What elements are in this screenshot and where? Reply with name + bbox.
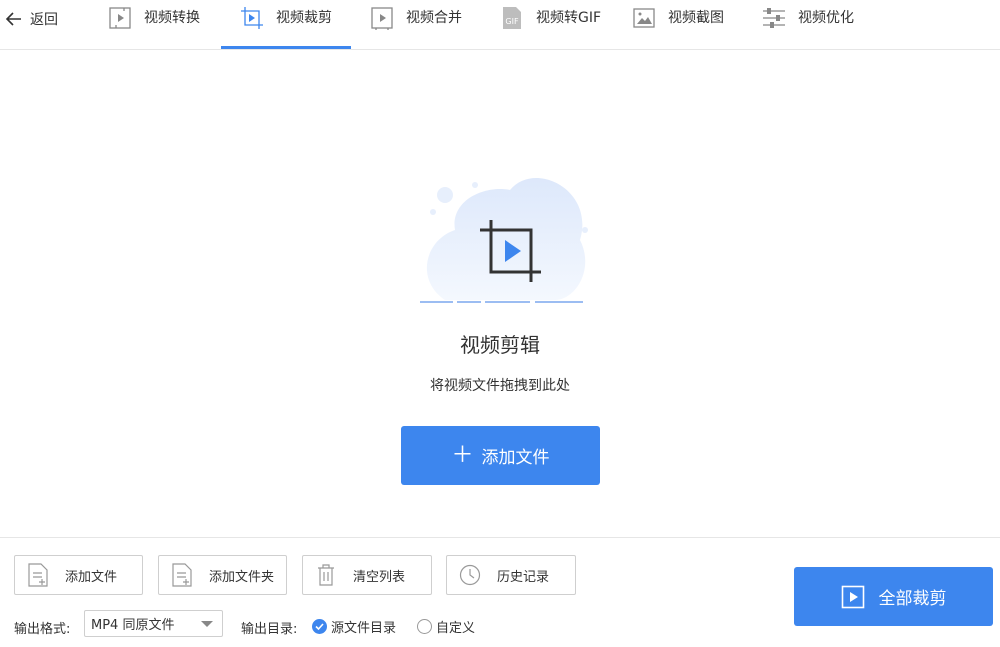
tab-video-convert[interactable]: 视频转换 [108, 0, 200, 50]
hero-subtitle: 将视频文件拖拽到此处 [430, 378, 570, 394]
add-file-button[interactable]: 添加文件 [14, 555, 143, 595]
add-file-label: 添加文件 [65, 569, 118, 585]
crop-illustration-icon [420, 178, 588, 303]
gif-badge-text: GIF [505, 17, 519, 26]
add-folder-button[interactable]: 添加文件夹 [158, 555, 287, 595]
output-dir-label: 输出目录: [241, 622, 298, 637]
tab-label: 视频截图 [668, 10, 724, 26]
video-crop-icon [240, 6, 264, 30]
screenshot-icon [632, 6, 656, 30]
hero-title: 视频剪辑 [460, 333, 540, 357]
back-button[interactable]: 返回 [4, 8, 58, 30]
tab-video-to-gif[interactable]: GIF 视频转GIF [500, 0, 601, 50]
output-format-value: MP4 同原文件 [91, 618, 175, 633]
cut-all-label: 全部裁剪 [878, 589, 947, 609]
clear-list-button[interactable]: 清空列表 [302, 555, 432, 595]
tab-label: 视频转GIF [536, 10, 602, 26]
bottom-panel: 添加文件 添加文件夹 清空列表 历史记录 输出格式: MP4 同原文件 输出目录… [0, 537, 1000, 647]
history-button[interactable]: 历史记录 [446, 555, 576, 595]
radio-source-dir-label: 源文件目录 [331, 621, 397, 636]
output-format-label: 输出格式: [14, 622, 71, 637]
drop-zone[interactable]: 视频剪辑 将视频文件拖拽到此处 ＋ 添加文件 [0, 50, 1000, 537]
history-label: 历史记录 [497, 569, 550, 585]
file-add-icon [27, 562, 49, 588]
active-tab-indicator [221, 46, 351, 49]
back-label: 返回 [30, 12, 58, 28]
arrow-left-icon [4, 9, 24, 29]
clear-list-label: 清空列表 [353, 569, 406, 585]
optimize-sliders-icon [762, 6, 786, 30]
tab-video-screenshot[interactable]: 视频截图 [632, 0, 724, 50]
top-navigation: 返回 视频转换 视频裁剪 视频合并 GIF 视频转GIF 视频截图 视频优化 [0, 0, 1000, 50]
folder-add-icon [171, 562, 193, 588]
tab-video-optimize[interactable]: 视频优化 [762, 0, 854, 50]
add-folder-label: 添加文件夹 [209, 569, 275, 585]
output-format-select[interactable]: MP4 同原文件 [84, 610, 223, 637]
tab-label: 视频转换 [144, 10, 200, 26]
radio-source-dir[interactable]: 源文件目录 [312, 617, 396, 636]
tab-video-crop[interactable]: 视频裁剪 [240, 0, 332, 50]
add-file-main-label: 添加文件 [481, 448, 550, 468]
tab-label: 视频优化 [798, 10, 854, 26]
radio-checked-icon [312, 619, 327, 634]
clock-icon [459, 562, 481, 588]
tab-video-merge[interactable]: 视频合并 [370, 0, 462, 50]
plus-icon: ＋ [451, 442, 474, 468]
play-box-icon [841, 585, 864, 608]
radio-custom-dir-label: 自定义 [436, 621, 476, 636]
gif-icon: GIF [500, 6, 524, 30]
radio-unchecked-icon [417, 619, 432, 634]
add-file-main-button[interactable]: ＋ 添加文件 [401, 426, 600, 485]
video-convert-icon [108, 6, 132, 30]
tab-label: 视频合并 [406, 10, 462, 26]
video-merge-icon [370, 6, 394, 30]
trash-icon [315, 562, 337, 588]
tab-label: 视频裁剪 [276, 10, 332, 26]
radio-custom-dir[interactable]: 自定义 [417, 617, 475, 636]
cut-all-button[interactable]: 全部裁剪 [794, 567, 993, 626]
chevron-down-icon [201, 621, 213, 627]
